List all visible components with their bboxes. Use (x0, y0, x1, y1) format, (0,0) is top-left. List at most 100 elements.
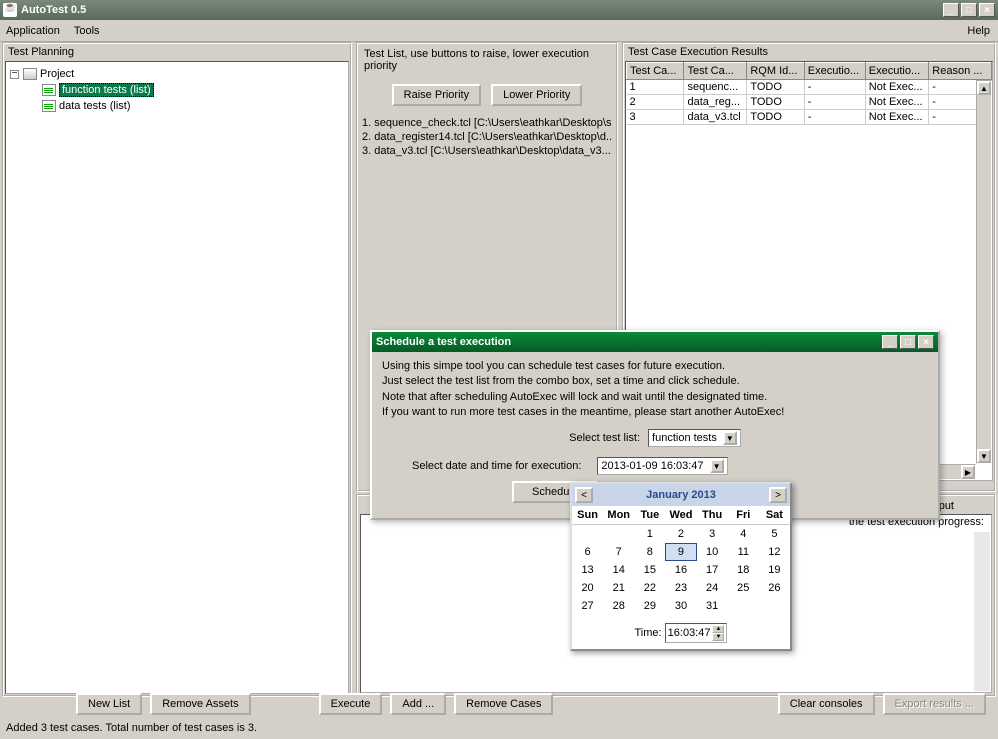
calendar-day[interactable]: 23 (665, 579, 696, 597)
calendar-day[interactable]: 6 (572, 543, 603, 561)
dialog-text: Note that after scheduling AutoExec will… (382, 390, 928, 404)
maximize-button[interactable]: □ (961, 3, 977, 17)
dialog-minimize-button[interactable]: _ (882, 335, 898, 349)
calendar-day[interactable]: 26 (759, 579, 790, 597)
scroll-down-icon[interactable]: ▼ (977, 449, 991, 463)
menu-application[interactable]: Application (6, 25, 60, 37)
calendar-day[interactable]: 9 (665, 543, 696, 561)
calendar-day[interactable]: 3 (697, 525, 728, 543)
scroll-right-icon[interactable]: ▶ (961, 465, 975, 479)
calendar-month: January 2013 (593, 489, 769, 501)
select-date-label: Select date and time for execution: (412, 460, 581, 472)
menu-bar: Application Tools Help (0, 20, 998, 42)
calendar-day[interactable]: 20 (572, 579, 603, 597)
test-list-combo[interactable]: function tests ▼ (648, 429, 741, 447)
calendar-day[interactable]: 1 (634, 525, 665, 543)
col-header[interactable]: Test Ca... (684, 63, 747, 80)
test-planning-title: Test Planning (4, 44, 350, 60)
tree-item[interactable]: data tests (list) (42, 98, 344, 114)
prev-month-button[interactable]: < (575, 487, 593, 503)
calendar-grid: SunMonTueWedThuFriSat1234567891011121314… (572, 506, 790, 615)
tree-root[interactable]: − Project (10, 66, 344, 82)
calendar-day[interactable]: 14 (603, 561, 634, 579)
calendar-day[interactable]: 30 (665, 597, 696, 615)
calendar-day[interactable]: 4 (728, 525, 759, 543)
calendar-day[interactable]: 17 (697, 561, 728, 579)
calendar-day[interactable]: 8 (634, 543, 665, 561)
calendar-day[interactable]: 31 (697, 597, 728, 615)
col-header[interactable]: Test Ca... (627, 63, 684, 80)
calendar-day[interactable]: 22 (634, 579, 665, 597)
dialog-close-button[interactable]: × (918, 335, 934, 349)
calendar-day[interactable]: 13 (572, 561, 603, 579)
folder-icon (23, 68, 37, 80)
calendar-day[interactable]: 11 (728, 543, 759, 561)
dialog-maximize-button[interactable]: □ (900, 335, 916, 349)
dialog-text: Just select the test list from the combo… (382, 374, 928, 388)
calendar-day[interactable]: 28 (603, 597, 634, 615)
execute-button[interactable]: Execute (319, 693, 383, 715)
time-spinner[interactable]: 16:03:47 ▲ ▼ (665, 623, 728, 643)
collapse-icon[interactable]: − (10, 70, 19, 79)
dialog-titlebar[interactable]: Schedule a test execution _ □ × (372, 332, 938, 352)
spin-up-icon[interactable]: ▲ (712, 625, 724, 633)
col-header[interactable]: Executio... (804, 63, 865, 80)
vertical-scrollbar[interactable]: ▲ ▼ (976, 80, 992, 464)
calendar-day[interactable]: 18 (728, 561, 759, 579)
list-item[interactable]: 1. sequence_check.tcl [C:\Users\eathkar\… (362, 116, 612, 130)
calendar-day[interactable]: 10 (697, 543, 728, 561)
add-button[interactable]: Add ... (390, 693, 446, 715)
clear-consoles-button[interactable]: Clear consoles (778, 693, 875, 715)
calendar-day[interactable]: 15 (634, 561, 665, 579)
test-list-items[interactable]: 1. sequence_check.tcl [C:\Users\eathkar\… (358, 114, 616, 160)
new-list-button[interactable]: New List (76, 693, 142, 715)
window-title: AutoTest 0.5 (21, 4, 86, 16)
datetime-combo[interactable]: 2013-01-09 16:03:47 ▼ (597, 457, 727, 475)
tree-item[interactable]: function tests (list) (42, 82, 344, 98)
calendar-day[interactable]: 12 (759, 543, 790, 561)
menu-help[interactable]: Help (967, 25, 990, 37)
col-header[interactable]: Reason ... (929, 63, 992, 80)
minimize-button[interactable]: _ (943, 3, 959, 17)
menu-tools[interactable]: Tools (74, 25, 100, 37)
calendar-day[interactable]: 2 (665, 525, 696, 543)
list-item[interactable]: 3. data_v3.tcl [C:\Users\eathkar\Desktop… (362, 144, 612, 158)
calendar-day[interactable]: 27 (572, 597, 603, 615)
results-table[interactable]: Test Ca... Test Ca... RQM Id... Executio… (626, 62, 992, 125)
export-results-button: Export results ... (883, 693, 986, 715)
table-row[interactable]: 3 data_v3.tcl TODO - Not Exec... - (627, 110, 992, 125)
calendar-day-header: Tue (634, 506, 665, 525)
calendar-day[interactable]: 19 (759, 561, 790, 579)
table-row[interactable]: 1 sequenc... TODO - Not Exec... - (627, 80, 992, 95)
tree-item-label: data tests (list) (59, 100, 131, 112)
chevron-down-icon[interactable]: ▼ (710, 459, 724, 473)
list-item[interactable]: 2. data_register14.tcl [C:\Users\eathkar… (362, 130, 612, 144)
lower-priority-button[interactable]: Lower Priority (491, 84, 582, 106)
test-tree[interactable]: − Project function tests (list) data tes… (5, 61, 349, 694)
spin-down-icon[interactable]: ▼ (712, 633, 724, 641)
table-row[interactable]: 2 data_reg... TODO - Not Exec... - (627, 95, 992, 110)
status-bar: Added 3 test cases. Total number of test… (2, 721, 996, 737)
calendar-day (572, 525, 603, 543)
test-planning-panel: Test Planning − Project function tests (… (2, 42, 352, 697)
scroll-up-icon[interactable]: ▲ (977, 81, 991, 95)
next-month-button[interactable]: > (769, 487, 787, 503)
calendar-day[interactable]: 5 (759, 525, 790, 543)
chevron-down-icon[interactable]: ▼ (723, 431, 737, 445)
date-picker: < January 2013 > SunMonTueWedThuFriSat12… (570, 482, 792, 651)
raise-priority-button[interactable]: Raise Priority (392, 84, 481, 106)
close-button[interactable]: × (979, 3, 995, 17)
col-header[interactable]: Executio... (865, 63, 929, 80)
calendar-day[interactable]: 21 (603, 579, 634, 597)
calendar-day[interactable]: 25 (728, 579, 759, 597)
calendar-day[interactable]: 7 (603, 543, 634, 561)
remove-cases-button[interactable]: Remove Cases (454, 693, 553, 715)
calendar-day[interactable]: 24 (697, 579, 728, 597)
calendar-day[interactable]: 16 (665, 561, 696, 579)
window-titlebar: AutoTest 0.5 _ □ × (0, 0, 998, 20)
vertical-scrollbar[interactable] (974, 532, 990, 691)
combo-value: function tests (652, 432, 717, 444)
calendar-day[interactable]: 29 (634, 597, 665, 615)
remove-assets-button[interactable]: Remove Assets (150, 693, 250, 715)
col-header[interactable]: RQM Id... (747, 63, 804, 80)
